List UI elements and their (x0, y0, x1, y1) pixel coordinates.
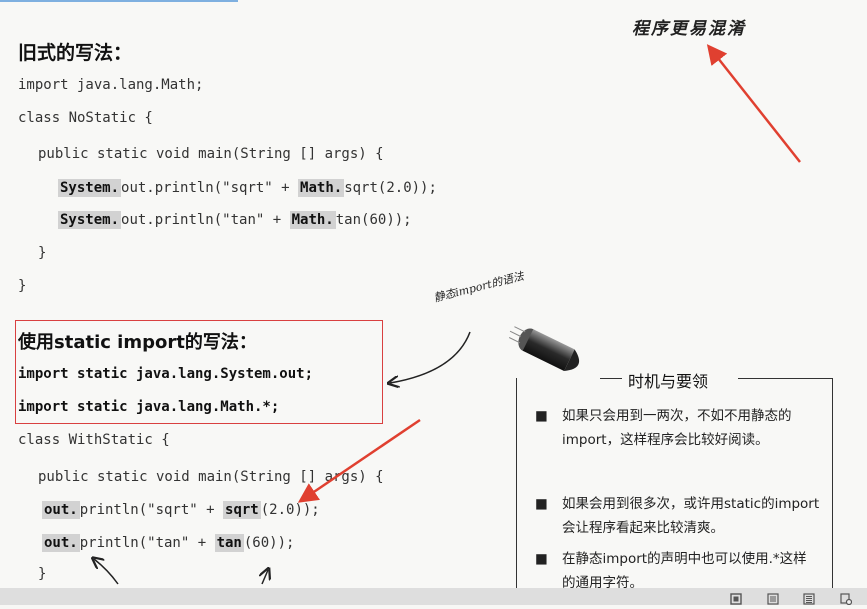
top-accent-line (0, 0, 238, 2)
code-import-math: import java.lang.Math; (18, 77, 204, 93)
code-close-brace: } (38, 566, 47, 582)
code-import-static-out: import static java.lang.System.out; (18, 366, 314, 382)
code-import-static-math: import static java.lang.Math.*; (18, 399, 280, 415)
code-token-sqrt: sqrt (223, 501, 261, 519)
code-sqrt-line: out. println("sqrt" + sqrt (2.0)); (42, 501, 320, 519)
code-main-method: public static void main(String [] args) … (38, 469, 384, 485)
code-token-math: Math. (298, 179, 345, 197)
old-style-heading: 旧式的写法： (18, 42, 133, 64)
code-tan-line: out. println("tan" + tan (60)); (42, 534, 295, 552)
fit-page-icon[interactable] (730, 590, 742, 605)
static-import-heading: 使用static import的写法： (18, 332, 257, 353)
handdrawn-arrow-icon (94, 559, 119, 585)
code-close-brace: } (18, 278, 27, 294)
settings-icon[interactable] (840, 590, 853, 606)
code-token-math: Math. (289, 211, 336, 229)
bullet-icon (508, 326, 580, 371)
code-token-tan: tan (214, 534, 244, 552)
code-token-system: System. (58, 179, 122, 197)
code-class-nostatic: class NoStatic { (18, 110, 153, 126)
red-arrow-to-annotation (706, 44, 801, 163)
two-page-icon[interactable] (803, 590, 815, 605)
tip-item: ■ 如果会用到很多次，或许用static的import会让程序看起来比较清爽。 (535, 496, 820, 536)
annotation-static-import-syntax: 静态import的语法 (432, 269, 526, 305)
red-arrow-to-sqrt (297, 418, 421, 503)
annotation-more-confusing: 程序更易混淆 (632, 19, 746, 39)
code-class-withstatic: class WithStatic { (18, 432, 170, 448)
tip-item: ■ 在静态import的声明中也可以使用.*这样的通用字符。 (535, 551, 807, 588)
handdrawn-arrow-icon (390, 331, 471, 383)
handdrawn-arrow-icon (262, 570, 268, 585)
code-close-brace: } (38, 245, 47, 261)
code-sqrt-line: System. out.println("sqrt" + Math. sqrt(2.… (58, 179, 437, 197)
code-main-method: public static void main(String [] args) … (38, 146, 384, 162)
code-token-system: System. (58, 211, 122, 229)
tip-item: ■ 如果只会用到一两次，不如不用静态的import，这样程序会比较好阅读。 (535, 408, 792, 448)
code-token-out: out. (42, 501, 80, 519)
code-token-out: out. (42, 534, 80, 552)
document-page: 旧式的写法： import java.lang.Math; class NoSt… (0, 0, 867, 588)
single-page-icon[interactable] (767, 590, 779, 605)
code-tan-line: System. out.println("tan" + Math. tan(60))… (58, 211, 412, 229)
